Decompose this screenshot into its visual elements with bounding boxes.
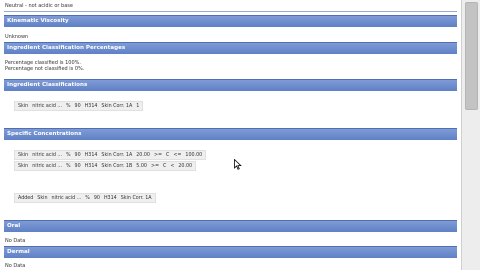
cell: Added [18, 195, 34, 201]
section-header-specific-concentrations: Specific Concentrations [4, 128, 457, 140]
kinematic-viscosity-value: Unknown [5, 34, 29, 40]
cell: Skin Corr. 1A [120, 195, 152, 201]
cell: Skin Corr. 1B [101, 163, 133, 169]
cell: Skin Corr. 1A [101, 152, 133, 158]
cell: Skin Corr. 1A [101, 103, 133, 109]
cell: 20.00 [178, 163, 193, 169]
specific-concentration-row: Skin nitric acid ... % 90 H314 Skin Corr… [14, 161, 197, 171]
divider [4, 11, 457, 12]
cell: % [65, 152, 71, 158]
section-title: Ingredient Classification Percentages [7, 45, 126, 51]
section-title: Dermal [7, 249, 30, 255]
ph-note: Neutral - not acidic or base [5, 3, 73, 9]
added-concentration-row: Added Skin nitric acid ... % 90 H314 Ski… [14, 193, 156, 203]
cell: >= [153, 152, 163, 158]
cell: nitric acid ... [32, 152, 62, 158]
cell: 90 [74, 152, 81, 158]
oral-value: No Data [5, 238, 26, 244]
section-title: Ingredient Classifications [7, 82, 88, 88]
section-header-ingredient-percentages: Ingredient Classification Percentages [4, 42, 457, 54]
cell: Skin [37, 195, 48, 201]
cell: C [166, 152, 170, 158]
mouse-pointer-icon [234, 159, 242, 170]
cell: Skin [18, 163, 29, 169]
cell: 90 [74, 163, 81, 169]
ingredient-classification-row: Skin nitric acid ... % 90 H314 Skin Corr… [14, 101, 144, 111]
cell: nitric acid ... [32, 103, 62, 109]
cell: 20.00 [136, 152, 150, 158]
cell: 1 [136, 103, 140, 109]
section-header-ingredient-classifications: Ingredient Classifications [4, 79, 457, 91]
section-title: Kinematic Viscosity [7, 18, 69, 24]
cell: <= [173, 152, 182, 158]
cell: H314 [84, 163, 98, 169]
section-title: Specific Concentrations [7, 131, 82, 137]
percentage-not-classified: Percentage not classified is 0%. [5, 66, 85, 72]
cell: H314 [103, 195, 117, 201]
cell: 5.00 [136, 163, 147, 169]
section-header-oral: Oral [4, 220, 457, 232]
section-header-kinematic-viscosity: Kinematic Viscosity [4, 15, 457, 27]
cell: H314 [84, 103, 98, 109]
cell: nitric acid ... [32, 163, 62, 169]
cell: 100.00 [185, 152, 203, 158]
cell: Skin [18, 103, 29, 109]
cell: >= [150, 163, 159, 169]
cell: 90 [74, 103, 81, 109]
cell: % [65, 163, 71, 169]
vertical-scrollbar[interactable] [461, 0, 480, 270]
cell: H314 [84, 152, 98, 158]
specific-concentration-row: Skin nitric acid ... % 90 H314 Skin Corr… [14, 150, 207, 160]
cell: % [65, 103, 71, 109]
cell: Skin [18, 152, 29, 158]
cell: 90 [93, 195, 100, 201]
cell: C [162, 163, 167, 169]
scrollbar-thumb[interactable] [465, 2, 478, 110]
section-header-dermal: Dermal [4, 246, 457, 258]
cell: < [170, 163, 175, 169]
dermal-value: No Data [5, 263, 26, 269]
cell: % [85, 195, 90, 201]
report-page: Neutral - not acidic or base Kinematic V… [0, 0, 461, 270]
section-title: Oral [7, 223, 21, 229]
cell: nitric acid ... [51, 195, 82, 201]
